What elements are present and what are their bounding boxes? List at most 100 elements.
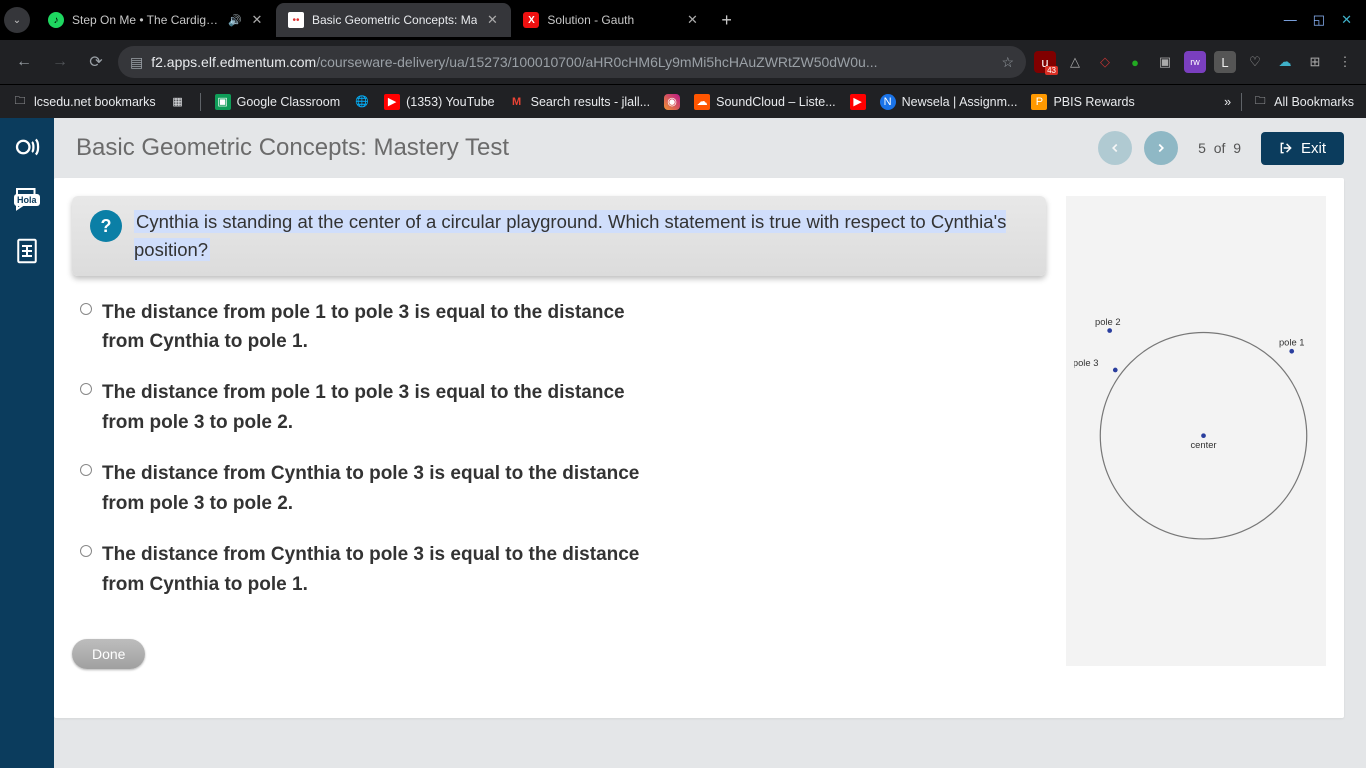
maximize-icon[interactable]: ◱ (1313, 12, 1325, 28)
answer-option-3[interactable]: The distance from Cynthia to pole 3 is e… (80, 459, 1046, 518)
site-info-icon[interactable]: ▤ (130, 54, 143, 71)
drive-icon[interactable]: △ (1064, 51, 1086, 73)
tab-title: Solution - Gauth (547, 13, 677, 27)
question-card: ? Cynthia is standing at the center of a… (54, 178, 1344, 718)
bookmark-pbis[interactable]: PPBIS Rewards (1031, 94, 1134, 110)
app-header: Basic Geometric Concepts: Mastery Test 5… (54, 118, 1366, 178)
address-bar[interactable]: ▤ f2.apps.elf.edmentum.com/courseware-de… (118, 46, 1026, 78)
spotify-icon: ♪ (48, 12, 64, 28)
ext-l-icon[interactable]: L (1214, 51, 1236, 73)
ext-generic-icon[interactable]: ▣ (1154, 51, 1176, 73)
browser-toolbar: ← → ⟳ ▤ f2.apps.elf.edmentum.com/coursew… (0, 40, 1366, 84)
folder-icon: 🗀 (1252, 94, 1268, 110)
tab-edmentum[interactable]: •• Basic Geometric Concepts: Ma ✕ (276, 3, 511, 37)
bookmark-star-icon[interactable]: ☆ (1001, 54, 1014, 71)
close-icon[interactable]: ✕ (250, 13, 264, 27)
figure-panel: center pole 1 pole 2 pole 3 (1066, 196, 1326, 666)
question-prompt-box: ? Cynthia is standing at the center of a… (72, 196, 1046, 276)
answer-option-1[interactable]: The distance from pole 1 to pole 3 is eq… (80, 298, 1046, 357)
bookmark-folder[interactable]: 🗀lcsedu.net bookmarks (12, 94, 156, 110)
edmentum-icon: •• (288, 12, 304, 28)
apps-grid-icon: ▦ (170, 94, 186, 110)
pole3-label: pole 3 (1074, 358, 1098, 368)
answer-option-2[interactable]: The distance from pole 1 to pole 3 is eq… (80, 378, 1046, 437)
tab-title: Step On Me • The Cardigans (72, 13, 220, 27)
lastpass-icon[interactable]: ● (1124, 51, 1146, 73)
translate-button[interactable]: Hola (12, 184, 42, 214)
playground-figure: center pole 1 pole 2 pole 3 (1074, 204, 1318, 658)
bookmark-instagram[interactable]: ◉ (664, 94, 680, 110)
url-domain: f2.apps.elf.edmentum.com (151, 54, 316, 70)
left-tool-rail: Hola (0, 118, 54, 768)
all-bookmarks-button[interactable]: 🗀All Bookmarks (1252, 94, 1354, 110)
close-icon[interactable]: ✕ (485, 13, 499, 27)
radio-button[interactable] (80, 545, 92, 557)
answer-option-4[interactable]: The distance from Cynthia to pole 3 is e… (80, 540, 1046, 599)
soundcloud-icon: ☁ (694, 94, 710, 110)
shield-icon[interactable]: ◇ (1094, 51, 1116, 73)
bookmark-newsela[interactable]: NNewsela | Assignm... (880, 94, 1018, 110)
radio-button[interactable] (80, 303, 92, 315)
calculator-button[interactable] (12, 236, 42, 266)
option-text: The distance from pole 1 to pole 3 is eq… (102, 378, 642, 437)
pbis-icon: P (1031, 94, 1047, 110)
close-window-icon[interactable]: ✕ (1341, 12, 1352, 28)
forward-button[interactable]: → (46, 48, 74, 76)
prev-question-button[interactable] (1098, 131, 1132, 165)
minimize-icon[interactable]: — (1284, 12, 1297, 28)
tab-title: Basic Geometric Concepts: Ma (312, 13, 477, 27)
bookmark-classroom[interactable]: ▣Google Classroom (215, 94, 341, 110)
bookmark-youtube[interactable]: ▶(1353) YouTube (384, 94, 495, 110)
radio-button[interactable] (80, 383, 92, 395)
bookmark-gmail[interactable]: MSearch results - jlall... (509, 94, 650, 110)
ext-heart-icon[interactable]: ♡ (1244, 51, 1266, 73)
question-column: ? Cynthia is standing at the center of a… (72, 196, 1046, 700)
page-title: Basic Geometric Concepts: Mastery Test (76, 134, 509, 162)
hola-badge: Hola (14, 194, 40, 206)
separator (200, 93, 201, 111)
instagram-icon: ◉ (664, 94, 680, 110)
gmail-icon: M (509, 94, 525, 110)
option-text: The distance from Cynthia to pole 3 is e… (102, 540, 642, 599)
reload-button[interactable]: ⟳ (82, 48, 110, 76)
bookmark-soundcloud[interactable]: ☁SoundCloud – Liste... (694, 94, 836, 110)
read-aloud-button[interactable] (12, 132, 42, 162)
extensions-row: u43 △ ◇ ● ▣ rw L ♡ ☁ ⊞ ⋮ (1034, 51, 1356, 73)
extensions-button[interactable]: ⊞ (1304, 51, 1326, 73)
done-button[interactable]: Done (72, 639, 145, 669)
tab-gauth[interactable]: X Solution - Gauth ✕ (511, 3, 711, 37)
globe-icon: 🌐 (354, 94, 370, 110)
youtube-icon: ▶ (850, 94, 866, 110)
ext-cloud-icon[interactable]: ☁ (1274, 51, 1296, 73)
option-text: The distance from pole 1 to pole 3 is eq… (102, 298, 642, 357)
pole2-label: pole 2 (1095, 317, 1121, 327)
tab-search-button[interactable]: ⌄ (4, 7, 30, 33)
question-mark-icon: ? (90, 210, 122, 242)
bookmarks-bar: 🗀lcsedu.net bookmarks ▦ ▣Google Classroo… (0, 84, 1366, 118)
bookmark-youtube-2[interactable]: ▶ (850, 94, 866, 110)
bookmarks-overflow-button[interactable]: » (1224, 95, 1231, 109)
bookmark-globe[interactable]: 🌐 (354, 94, 370, 110)
ext-purple-icon[interactable]: rw (1184, 51, 1206, 73)
pole1-label: pole 1 (1279, 338, 1305, 348)
bookmark-apps[interactable]: ▦ (170, 94, 186, 110)
new-tab-button[interactable]: + (711, 10, 742, 31)
exit-button[interactable]: Exit (1261, 132, 1344, 165)
ublock-icon[interactable]: u43 (1034, 51, 1056, 73)
app-viewport: Hola Basic Geometric Concepts: Mastery T… (0, 118, 1366, 768)
close-icon[interactable]: ✕ (685, 13, 699, 27)
chrome-menu-icon[interactable]: ⋮ (1334, 51, 1356, 73)
progress-indicator: 5 of 9 (1198, 140, 1241, 156)
question-prompt: Cynthia is standing at the center of a c… (134, 210, 1006, 261)
main-column: Basic Geometric Concepts: Mastery Test 5… (54, 118, 1366, 768)
folder-icon: 🗀 (12, 94, 28, 110)
window-controls: — ◱ ✕ (1274, 12, 1362, 28)
tab-spotify[interactable]: ♪ Step On Me • The Cardigans 🔊 ✕ (36, 3, 276, 37)
audio-playing-icon[interactable]: 🔊 (228, 13, 242, 27)
radio-button[interactable] (80, 464, 92, 476)
newsela-icon: N (880, 94, 896, 110)
gauth-icon: X (523, 12, 539, 28)
classroom-icon: ▣ (215, 94, 231, 110)
back-button[interactable]: ← (10, 48, 38, 76)
next-question-button[interactable] (1144, 131, 1178, 165)
